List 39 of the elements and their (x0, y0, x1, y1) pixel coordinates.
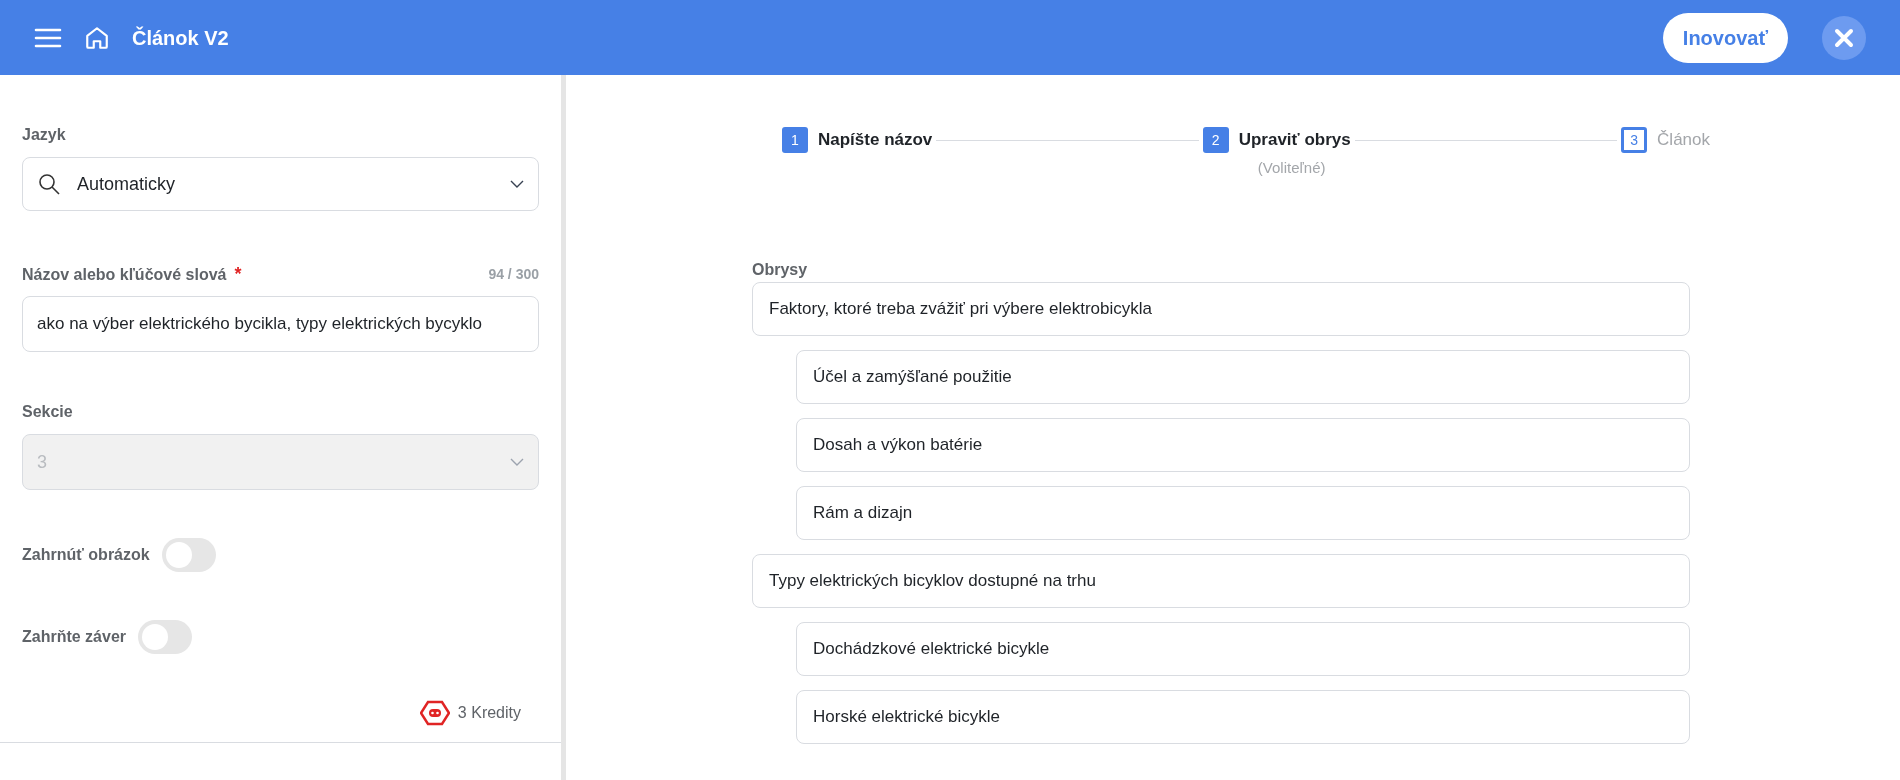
outline-item[interactable]: Dochádzkové elektrické bicykle (796, 621, 1690, 676)
language-select[interactable]: Automaticky (22, 157, 539, 211)
select-value: Automaticky (77, 172, 177, 196)
field-label: Názov alebo kľúčové slová (22, 264, 227, 285)
chevron-down-icon (510, 180, 524, 188)
close-button[interactable] (1822, 15, 1866, 60)
robot-hexagon-icon (419, 700, 450, 726)
outline-item[interactable]: Účel a zamýšľané použitie (796, 349, 1690, 404)
outline-item[interactable]: Typy elektrických bicyklov dostupné na trhu (752, 553, 1690, 608)
outline-item[interactable]: Rám a dizajn (796, 485, 1690, 540)
step-number: 1 (782, 127, 808, 153)
toggle-label: Zahrnúť obrázok (22, 545, 150, 565)
step-number: 3 (1621, 127, 1648, 153)
step-label: Upraviť obrys (1238, 129, 1351, 152)
innovate-button[interactable]: Inovovať (1662, 12, 1788, 63)
character-counter: 94 / 300 (488, 265, 539, 284)
credits-text: 3 Kredity (457, 703, 521, 723)
outline-item[interactable]: Dosah a výkon batérie (796, 417, 1690, 472)
required-mark: * (234, 263, 242, 286)
chevron-down-icon (510, 458, 524, 466)
title-input[interactable]: ako na výber elektrického bycikla, typy elektrických bycyklo (22, 296, 539, 352)
step-note: (Voliteľné) (1256, 158, 1326, 178)
field-label: Jazyk (22, 125, 67, 145)
select-value: 3 (37, 450, 48, 474)
search-icon (37, 172, 61, 196)
step-label: Článok (1657, 129, 1710, 152)
page-title: Článok V2 (132, 25, 229, 51)
close-icon (1834, 27, 1854, 48)
outline-item[interactable]: Horské elektrické bicykle (796, 689, 1690, 744)
home-icon[interactable] (84, 24, 110, 51)
toggle-switch[interactable] (138, 620, 193, 654)
toggle-switch[interactable] (161, 538, 216, 572)
outline-item[interactable]: Faktory, ktoré treba zvážiť pri výbere elektrobicykla (752, 281, 1690, 336)
step-label: Napíšte názov (818, 129, 933, 152)
menu-icon[interactable] (34, 26, 62, 49)
toggle-label: Zahrňte záver (22, 627, 127, 647)
step-number: 2 (1202, 127, 1229, 153)
outline-label: Obrysy (752, 259, 809, 280)
field-label: Sekcie (22, 402, 74, 422)
